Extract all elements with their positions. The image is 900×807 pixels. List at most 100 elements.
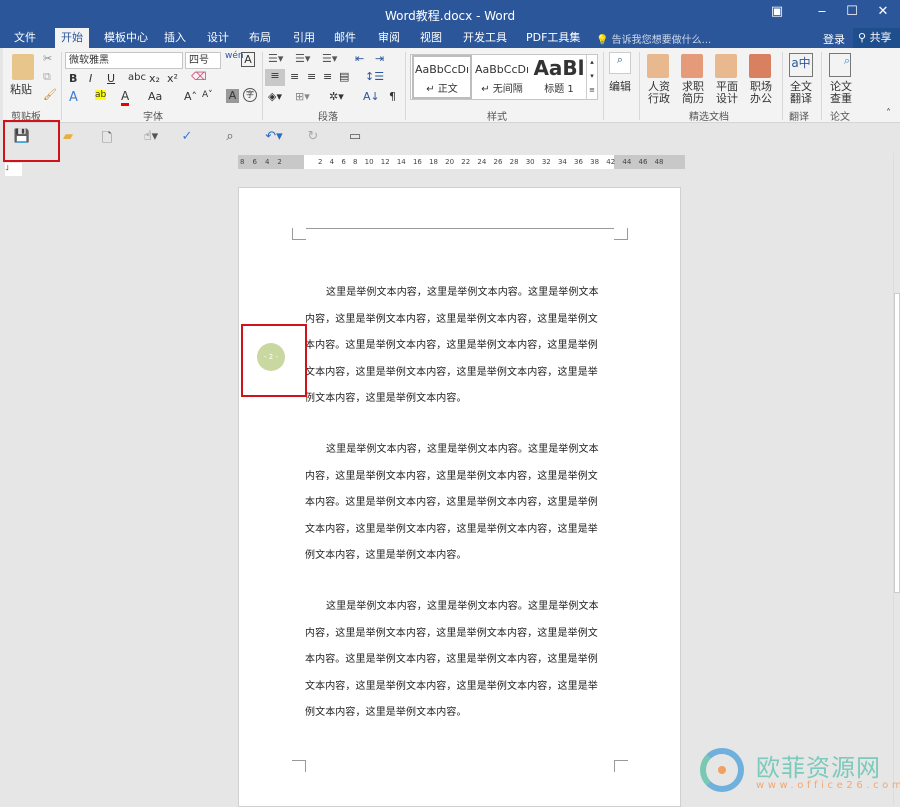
text-line: 这里是举例文本内容，这里是举例文本内容。这里是举例文本 [326,287,599,298]
hr-doc-icon[interactable] [647,54,669,78]
featured-hr[interactable]: 人资 行政 [645,81,673,105]
strikethrough-button[interactable]: abc [128,72,146,83]
align-right-button[interactable]: ≡ [307,70,316,83]
paste-icon[interactable] [12,54,34,80]
align-left-button[interactable]: ≡ [265,69,285,86]
spelling-check-icon[interactable]: ✓ [178,129,196,147]
tab-10[interactable]: 开发工具 [457,28,513,48]
collapse-ribbon-icon[interactable]: ˄ [886,108,891,119]
increase-indent-icon[interactable]: ⇥ [375,52,384,65]
resume-doc-icon[interactable] [681,54,703,78]
highlight-icon[interactable]: ab [95,90,107,100]
tab-2[interactable]: 模板中心 [98,28,154,48]
tell-me-search[interactable]: 💡 告诉我您想要做什么... [596,31,711,46]
style-normal[interactable]: AaBbCcDı ↵ 正文 [412,55,472,99]
italic-button[interactable]: I [89,72,92,85]
char-border-icon[interactable]: A [241,52,255,67]
line-spacing-icon[interactable]: ↕☰ [365,70,384,83]
borders-icon[interactable]: ⊞▾ [295,90,310,103]
tab-1[interactable]: 开始 [55,28,89,48]
featured-design[interactable]: 平面 设计 [713,81,741,105]
chinese-layout-icon[interactable]: ✲▾ [329,90,344,103]
tab-7[interactable]: 邮件 [328,28,362,48]
text-effect-icon[interactable]: A [69,90,78,105]
undo-icon[interactable]: ↶▾ [261,129,287,147]
vertical-scrollbar[interactable] [893,153,900,805]
cut-icon[interactable]: ✂ [43,52,52,65]
ribbon-display-icon[interactable]: ▣ [762,4,792,24]
ruler-tick-label: 30 [525,158,535,166]
ruler-tick-label: 44 [622,158,632,166]
touch-mode-icon[interactable]: ☝▾ [138,129,164,147]
tab-9[interactable]: 视图 [414,28,448,48]
maximize-button[interactable]: ☐ [837,4,867,24]
numbering-icon[interactable]: ☰▾ [295,52,310,65]
tab-3[interactable]: 插入 [158,28,192,48]
bold-button[interactable]: B [69,72,77,85]
paste-button[interactable]: 粘贴 [10,81,32,97]
print-preview-icon[interactable]: ⌕ [221,129,239,147]
superscript-button[interactable]: x² [167,72,178,85]
redo-icon[interactable]: ↻ [304,129,322,147]
shading-icon[interactable]: ◈▾ [268,90,282,103]
open-folder-icon[interactable]: ▰ [59,129,77,147]
new-document-icon[interactable]: 🗋 [98,129,116,147]
ruler-left-ticks: 8642 [240,158,282,166]
grow-font-icon[interactable]: A˄ [184,90,197,103]
style-heading-1[interactable]: AaBl 标题 1 [532,55,586,99]
format-painter-icon[interactable]: 🖌 [43,88,57,101]
share-button[interactable]: ⚲ 共享 [853,28,900,48]
font-color-icon[interactable]: A [121,89,130,106]
ruler-tick-label: 16 [412,158,422,166]
font-name-select[interactable]: 微软雅黑 [65,52,183,69]
decrease-indent-icon[interactable]: ⇤ [355,52,364,65]
find-icon[interactable]: ⌕ [609,52,631,74]
style-no-spacing[interactable]: AaBbCcDı ↵ 无间隔 [472,55,532,99]
tab-stop-selector[interactable]: ˩ [5,163,22,176]
featured-resume[interactable]: 求职 简历 [679,81,707,105]
copy-icon[interactable]: ⧉ [43,70,51,84]
scrollbar-thumb[interactable] [894,293,900,593]
sort-icon[interactable]: A↓ [363,90,380,103]
justify-button[interactable]: ≡ [323,70,332,83]
clear-format-icon[interactable]: ⌫ [191,70,207,83]
close-button[interactable]: ✕ [868,4,898,24]
featured-office[interactable]: 职场 办公 [747,81,775,105]
bullets-icon[interactable]: ☰▾ [268,52,283,65]
show-marks-icon[interactable]: ¶ [389,90,396,103]
tab-11[interactable]: PDF工具集 [520,28,586,48]
font-size-select[interactable]: 四号 [185,52,221,69]
distributed-button[interactable]: ▤ [339,70,349,83]
edit-button[interactable]: 编辑 [609,78,631,94]
tab-5[interactable]: 布局 [243,28,277,48]
align-center-button[interactable]: ≡ [290,70,299,83]
login-link[interactable]: 登录 [823,31,845,47]
design-doc-icon[interactable] [715,54,737,78]
enclose-char-icon[interactable]: 字 [243,88,257,102]
full-translate-button[interactable]: 全文 翻译 [787,81,815,105]
tab-6[interactable]: 引用 [287,28,321,48]
paper-check-button[interactable]: 论文 查重 [827,81,855,105]
multilevel-list-icon[interactable]: ☰▾ [322,52,337,65]
office-doc-icon[interactable] [749,54,771,78]
change-case-button[interactable]: Aa [148,90,162,103]
screen-icon[interactable]: ▭ [346,129,364,147]
underline-button[interactable]: U [107,72,115,85]
text-line: 文本内容，这里是举例文本内容，这里是举例文本内容，这里是举 [305,680,598,692]
tab-8[interactable]: 审阅 [372,28,406,48]
subscript-button[interactable]: x₂ [149,72,160,85]
watermark-logo-icon [700,748,744,792]
ruler-tick-label: 8 [352,158,358,166]
horizontal-ruler[interactable]: 8642 2 4 6 8 10 12 14 16 18 20 22 24 26 28 30 32 34 36 38 4… [238,155,685,169]
group-label-font: 字体 [143,112,163,123]
tab-0[interactable]: 文件 [8,28,42,48]
translate-icon[interactable]: a中 [789,53,813,77]
shrink-font-icon[interactable]: A˅ [202,90,213,100]
divider [639,52,640,120]
char-shading-icon[interactable]: A [226,89,239,103]
styles-scroll[interactable]: ▴ ▾ ≡ [586,55,597,99]
minimize-button[interactable]: ‒ [807,4,837,24]
paper-check-icon[interactable]: ⌕ [829,53,851,77]
tab-4[interactable]: 设计 [201,28,235,48]
ruler-right-ticks: 2 4 6 8 10 12 14 16 18 20 22 24 26 28 30 32 34 36 38 42 44 46… [318,158,664,166]
